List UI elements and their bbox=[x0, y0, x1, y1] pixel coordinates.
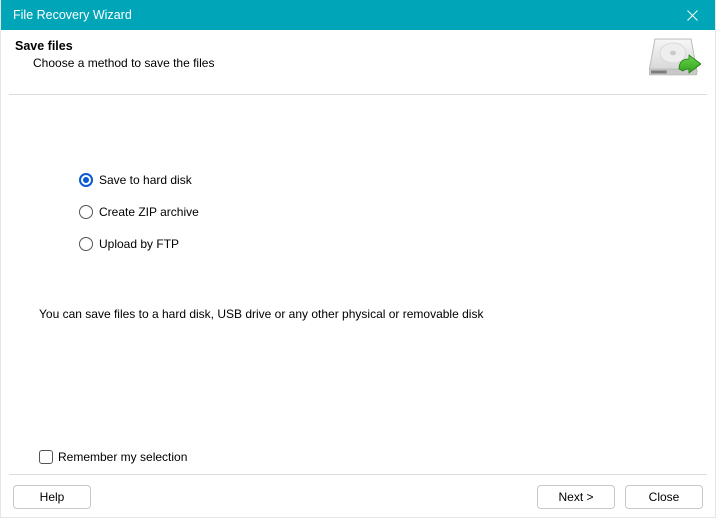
close-button[interactable]: Close bbox=[625, 485, 703, 509]
wizard-header: Save files Choose a method to save the f… bbox=[1, 30, 715, 94]
hard-disk-recovery-icon bbox=[649, 37, 701, 84]
wizard-footer: Help Next > Close bbox=[9, 474, 707, 509]
option-save-hard-disk[interactable]: Save to hard disk bbox=[79, 173, 677, 187]
option-description: You can save files to a hard disk, USB d… bbox=[39, 307, 677, 321]
radio-save-hard-disk[interactable] bbox=[79, 173, 93, 187]
option-create-zip[interactable]: Create ZIP archive bbox=[79, 205, 677, 219]
option-label: Upload by FTP bbox=[99, 237, 179, 251]
save-method-options: Save to hard disk Create ZIP archive Upl… bbox=[79, 173, 677, 251]
wizard-content: Save to hard disk Create ZIP archive Upl… bbox=[9, 94, 707, 474]
remember-checkbox[interactable] bbox=[39, 450, 53, 464]
window-title: File Recovery Wizard bbox=[13, 8, 669, 22]
help-button[interactable]: Help bbox=[13, 485, 91, 509]
close-icon bbox=[687, 10, 698, 21]
option-upload-ftp[interactable]: Upload by FTP bbox=[79, 237, 677, 251]
option-label: Save to hard disk bbox=[99, 173, 192, 187]
option-label: Create ZIP archive bbox=[99, 205, 199, 219]
window-close-button[interactable] bbox=[669, 0, 715, 30]
radio-upload-ftp[interactable] bbox=[79, 237, 93, 251]
page-subtitle: Choose a method to save the files bbox=[33, 56, 649, 70]
next-button[interactable]: Next > bbox=[537, 485, 615, 509]
page-title: Save files bbox=[15, 39, 649, 53]
radio-create-zip[interactable] bbox=[79, 205, 93, 219]
titlebar: File Recovery Wizard bbox=[1, 0, 715, 30]
remember-selection[interactable]: Remember my selection bbox=[39, 450, 187, 464]
remember-label: Remember my selection bbox=[58, 450, 187, 464]
